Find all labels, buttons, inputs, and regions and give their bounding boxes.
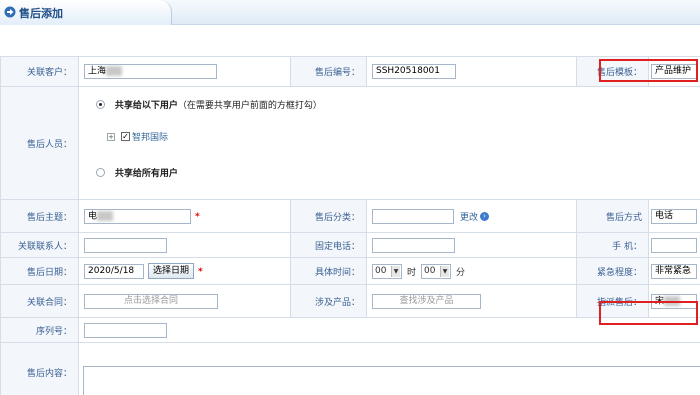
category-field[interactable] [372,208,454,224]
choose-date-button[interactable]: 选择日期 [148,263,195,279]
row-date: 售后日期： 2020/5/18 选择日期 * 具体时间： 00 ▼ 时 00 ▼ 分 紧急程度… [0,257,700,285]
after-sale-form: 关联客户： 上海 售后编号： SSH20518001 售后模板： 产品维护 售后… [0,56,700,395]
urgency-field[interactable]: 非常紧急 [651,263,697,279]
customer-label: 关联客户： [0,56,79,87]
phone-label: 固定电话： [290,232,367,258]
row-subject: 售后主题： 电 * 售后分类： 更改 › 售后方式 电话 [0,199,700,233]
required-marker: * [195,211,200,222]
product-picker[interactable]: 查找涉及产品 [372,293,481,309]
redacted-text [97,210,114,221]
redacted-text [106,66,123,76]
tree-expand-icon[interactable]: + [107,132,115,141]
share-all-option: 共享给所有用户 [114,169,178,179]
product-label: 涉及产品： [290,284,367,318]
chevron-down-icon: ▼ [440,265,450,277]
time-label: 具体时间： [290,257,367,285]
mobile-field[interactable] [651,237,697,253]
subject-label: 售后主题： [0,199,79,233]
date-field[interactable]: 2020/5/18 [84,263,144,279]
mobile-label: 手 机： [576,232,649,258]
method-label: 售后方式 [576,199,649,233]
contact-label: 关联联系人： [0,232,79,258]
tree-node-checkbox[interactable]: ✓ [121,132,130,141]
row-contract: 关联合同： 点击选择合同 涉及产品： 查找涉及产品 指派售后： 宋 [0,284,700,318]
code-field[interactable]: SSH20518001 [372,64,456,79]
title-tab: 售后添加 [0,0,172,25]
share-some-radio[interactable] [96,100,105,109]
serial-label: 序列号： [0,317,79,343]
title-bar: 售后添加 [0,0,700,25]
change-category-link[interactable]: 更改 [460,213,478,223]
arrow-right-icon [4,6,16,18]
page-title: 售后添加 [19,7,63,20]
contact-field[interactable] [84,237,167,253]
chevron-down-icon: ▼ [391,265,400,277]
category-label: 售后分类： [290,199,367,233]
serial-field[interactable] [84,322,167,338]
required-marker: * [198,266,203,277]
staff-label: 售后人员： [0,86,79,200]
row-staff: 售后人员： 共享给以下用户（在需要共享用户前面的方框打勾） + ✓ 智邦国际 共享给… [0,86,700,200]
urgency-label: 紧急程度： [576,257,649,285]
hour-select[interactable]: 00 ▼ [372,263,402,279]
date-label: 售后日期： [0,257,79,285]
subject-field[interactable]: 电 [84,208,191,224]
customer-field[interactable]: 上海 [84,64,217,79]
content-textarea[interactable] [83,366,700,395]
content-label: 售后内容： [0,342,79,395]
phone-field[interactable] [372,237,455,253]
share-all-radio[interactable] [96,168,105,177]
template-highlight [599,59,698,82]
share-some-option: 共享给以下用户（在需要共享用户前面的方框打勾） [114,101,322,111]
row-serial: 序列号： [0,317,700,343]
minute-unit: 分 [456,267,466,278]
minute-select[interactable]: 00 ▼ [421,263,452,279]
method-field[interactable]: 电话 [651,208,697,224]
code-label: 售后编号： [290,56,367,87]
contract-label: 关联合同： [0,284,79,318]
hour-unit: 时 [407,267,417,278]
assignee-highlight [599,301,698,325]
row-contact: 关联联系人： 固定电话： 手 机： [0,232,700,258]
contract-picker[interactable]: 点击选择合同 [84,293,218,309]
arrow-circle-icon[interactable]: › [480,211,490,221]
tree-node-label[interactable]: 智邦国际 [132,133,168,143]
row-customer: 关联客户： 上海 售后编号： SSH20518001 售后模板： 产品维护 [0,56,700,87]
